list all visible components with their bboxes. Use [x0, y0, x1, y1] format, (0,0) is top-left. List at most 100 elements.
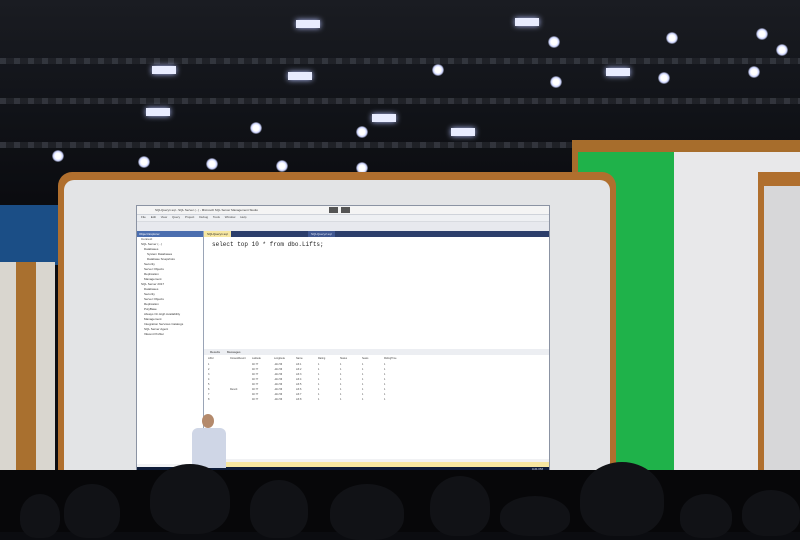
stage-light [550, 76, 562, 88]
table-row[interactable]: 2 40.77 -111.56 Lift 2 1 1 1 1 [208, 368, 406, 372]
table-cell: -111.56 [274, 388, 283, 391]
stage-light [451, 128, 475, 136]
presenter [192, 428, 226, 468]
column-header: Status [340, 357, 348, 360]
table-cell: 40.77 [252, 363, 259, 366]
table-cell: 4 [208, 378, 210, 381]
table-cell: 6 [208, 388, 210, 391]
table-cell: 1 [384, 378, 386, 381]
lighting-truss [0, 98, 800, 104]
audience-member [64, 484, 120, 538]
lighting-truss [0, 58, 800, 64]
table-cell: 40.77 [252, 398, 259, 401]
stage-light [666, 32, 678, 44]
table-cell: 1 [384, 398, 386, 401]
stage-light [250, 122, 262, 134]
menu-edit[interactable]: Edit [151, 215, 156, 219]
table-cell: 1 [208, 363, 210, 366]
query-editor[interactable]: select top 10 * from dbo.Lifts; [204, 237, 549, 349]
audience-member [430, 476, 490, 536]
table-row[interactable]: 3 40.77 -111.56 Lift 3 1 1 1 1 [208, 373, 406, 377]
column-header: Name [296, 357, 303, 360]
stage-light [748, 66, 760, 78]
stage-light [206, 158, 218, 170]
stage-light [372, 114, 396, 122]
minimize-button[interactable] [329, 207, 338, 213]
audience-member [500, 496, 570, 536]
table-row[interactable]: 7 40.77 -111.56 Lift 7 1 1 1 1 [208, 393, 406, 397]
stage-light [356, 126, 368, 138]
results-grid: LiftId ClosestResort Latitude Longitude Name… [204, 355, 549, 459]
table-cell: Lift 3 [296, 373, 302, 376]
table-cell: 40.77 [252, 388, 259, 391]
table-cell: 1 [340, 383, 342, 386]
tab-results[interactable]: Results [210, 350, 220, 354]
table-cell: 1 [362, 393, 364, 396]
column-header: Latitude [252, 357, 261, 360]
stage-light [515, 18, 539, 26]
table-cell: 1 [362, 398, 364, 401]
table-row[interactable]: 6 Resort 40.77 -111.56 Lift 6 1 1 1 1 [208, 388, 406, 392]
table-row[interactable]: 5 40.77 -111.56 Lift 5 1 1 1 1 [208, 383, 406, 387]
table-cell: 1 [362, 388, 364, 391]
table-cell: 1 [362, 368, 364, 371]
column-header: ClosestResort [230, 357, 246, 360]
table-cell: 1 [362, 373, 364, 376]
table-cell: 5 [208, 383, 210, 386]
table-cell: 1 [384, 373, 386, 376]
menu-view[interactable]: View [161, 215, 167, 219]
audience-member [742, 490, 800, 536]
window-title: SQLQuery1.sql - SQL Server (...) - Micro… [155, 208, 258, 212]
stage-wall [0, 205, 62, 265]
stage-pillar [16, 262, 36, 502]
table-cell: 1 [318, 398, 320, 401]
table-cell: 1 [340, 373, 342, 376]
menu-tools[interactable]: Tools [213, 215, 220, 219]
table-cell: 1 [340, 363, 342, 366]
table-cell: Lift 8 [296, 398, 302, 401]
menu-file[interactable]: File [141, 215, 146, 219]
table-cell: 2 [208, 368, 210, 371]
table-cell: 8 [208, 398, 210, 401]
table-cell: -111.56 [274, 383, 283, 386]
column-header: Rating [318, 357, 326, 360]
table-cell: 1 [340, 393, 342, 396]
table-cell: 1 [318, 363, 320, 366]
column-header: LiftId [208, 357, 214, 360]
table-cell: 3 [208, 373, 210, 376]
tab-messages[interactable]: Messages [227, 350, 241, 354]
table-row[interactable]: 1 40.77 -111.56 Lift 1 1 1 1 1 [208, 363, 406, 367]
audience-member [20, 494, 60, 538]
menu-query[interactable]: Query [172, 215, 180, 219]
stage-light [52, 150, 64, 162]
table-cell: Lift 6 [296, 388, 302, 391]
table-cell: -111.56 [274, 378, 283, 381]
audience-member [580, 462, 664, 536]
menu-project[interactable]: Project [185, 215, 194, 219]
table-cell: 1 [318, 393, 320, 396]
menu-debug[interactable]: Debug [199, 215, 208, 219]
table-cell: 1 [318, 383, 320, 386]
menu-help[interactable]: Help [240, 215, 246, 219]
table-cell: 1 [318, 368, 320, 371]
stage-light [606, 68, 630, 76]
table-row[interactable]: 4 40.77 -111.56 Lift 4 1 1 1 1 [208, 378, 406, 382]
table-row[interactable]: 8 40.77 -111.56 Lift 8 1 1 1 1 [208, 398, 406, 402]
table-cell: 1 [362, 383, 364, 386]
table-cell: 1 [362, 378, 364, 381]
table-cell: -111.56 [274, 373, 283, 376]
table-cell: 1 [340, 398, 342, 401]
menu-window[interactable]: Window [225, 215, 236, 219]
table-cell: 40.77 [252, 378, 259, 381]
table-cell: 1 [384, 383, 386, 386]
table-cell: 1 [340, 378, 342, 381]
table-cell: 1 [384, 363, 386, 366]
tree-item[interactable]: XEvent Profiler [137, 332, 203, 337]
presenter-head [202, 414, 214, 428]
table-cell: 40.77 [252, 393, 259, 396]
table-cell: 7 [208, 393, 210, 396]
maximize-button[interactable] [341, 207, 350, 213]
table-cell: Resort [230, 388, 238, 391]
stage-light [296, 20, 320, 28]
table-cell: -111.56 [274, 363, 283, 366]
